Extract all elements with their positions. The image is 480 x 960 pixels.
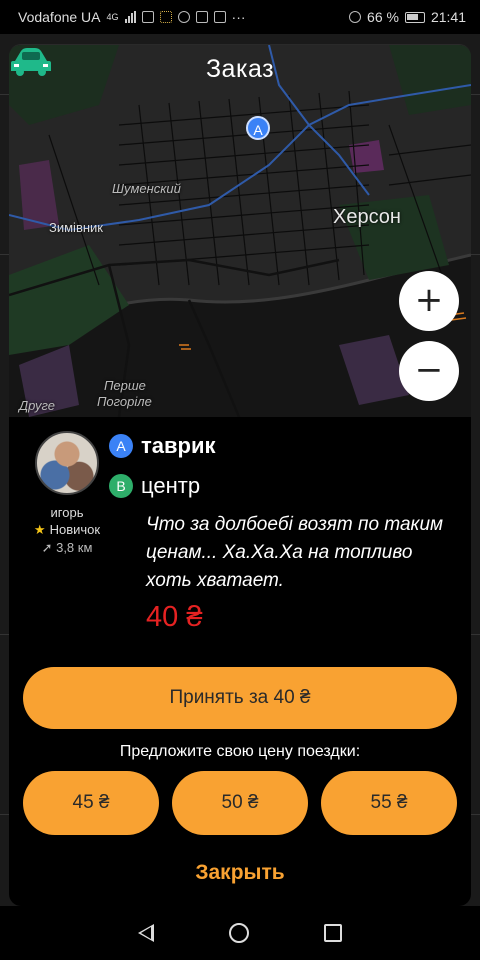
signal-icon xyxy=(124,11,136,23)
offer-button-2[interactable]: 50 ₴ xyxy=(172,771,308,835)
instagram-icon xyxy=(213,11,226,23)
route-to: B центр xyxy=(109,473,200,499)
order-map[interactable]: Заказ Шуменский Зимівник Херсон Перше По… xyxy=(9,45,471,417)
status-right: 66 % 21:41 xyxy=(349,9,466,25)
map-label-pohorile: Погоріле xyxy=(97,394,152,409)
home-icon[interactable] xyxy=(228,923,249,943)
avatar[interactable] xyxy=(35,431,99,495)
zoom-in-button[interactable]: + xyxy=(399,271,459,331)
carrier-name: Vodafone UA xyxy=(18,9,101,25)
network-type: 4G xyxy=(106,12,119,22)
order-price: 40 ₴ xyxy=(146,601,203,633)
map-label-pershe: Перше xyxy=(104,378,146,393)
star-icon: ★ xyxy=(33,522,46,537)
status-left: Vodafone UA 4G ··· xyxy=(18,9,246,25)
battery-percent: 66 % xyxy=(367,9,399,25)
battery-icon xyxy=(404,11,425,23)
route-to-text: центр xyxy=(141,473,201,498)
pickup-marker[interactable]: A xyxy=(246,116,270,140)
user-rank: ★ Новичок xyxy=(9,522,125,538)
dialog-title: Заказ xyxy=(205,55,275,83)
offer-button-1[interactable]: 45 ₴ xyxy=(23,771,159,835)
user-name: игорь xyxy=(50,505,84,520)
route-from-text: таврик xyxy=(141,433,216,458)
map-label-druhe: Друге xyxy=(19,398,55,413)
order-dialog: Заказ Шуменский Зимівник Херсон Перше По… xyxy=(9,44,471,906)
settings-icon xyxy=(177,11,190,23)
pin-a-icon: A xyxy=(109,434,133,458)
accept-button[interactable]: Принять за 40 ₴ xyxy=(23,667,457,729)
offer-button-3[interactable]: 55 ₴ xyxy=(321,771,457,835)
cloud-icon xyxy=(195,11,208,23)
pin-b-icon: B xyxy=(109,474,133,498)
map-label-kherson: Херсон xyxy=(333,206,401,228)
navigation-arrow-icon: ➚ xyxy=(41,540,57,555)
user-distance: ➚ 3,8 км xyxy=(9,540,125,556)
user-rank-label: Новичок xyxy=(49,522,101,537)
back-icon[interactable] xyxy=(137,924,154,942)
map-label-shumenskyi: Шуменский xyxy=(112,181,181,196)
app-grid-icon xyxy=(159,11,172,23)
location-icon xyxy=(349,11,362,23)
system-nav-bar xyxy=(0,906,480,960)
recents-icon[interactable] xyxy=(324,924,343,942)
status-bar: Vodafone UA 4G ··· 66 % 21:41 xyxy=(0,0,480,34)
car-icon xyxy=(11,48,51,76)
wifi-off-icon xyxy=(141,11,154,23)
user-distance-value: 3,8 км xyxy=(56,540,93,555)
order-comment: Что за долбоебі возят по таким ценам... … xyxy=(146,514,444,591)
offer-prompt: Предложите свою цену поездки: xyxy=(119,743,361,760)
map-label-zymivnyk: Зимівник xyxy=(49,220,103,235)
route-from: A таврик xyxy=(109,433,216,459)
close-button[interactable]: Закрыть xyxy=(9,861,471,885)
zoom-out-button[interactable]: − xyxy=(399,341,459,401)
clock: 21:41 xyxy=(430,9,466,25)
more-notifications-icon: ··· xyxy=(231,9,246,25)
